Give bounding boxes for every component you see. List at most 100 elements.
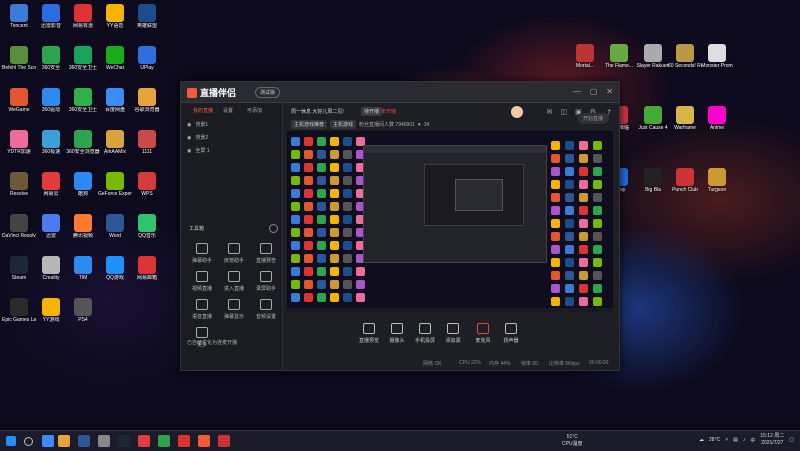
desktop-icon[interactable]: 网易云 — [34, 172, 68, 212]
taskbar-app-icon[interactable] — [58, 435, 70, 447]
category-tag[interactable]: 主机游戏 — [330, 120, 357, 129]
desktop-icon[interactable]: 网易邮箱 — [130, 256, 164, 296]
desktop-icon[interactable]: 英雄联盟 — [130, 4, 164, 44]
desktop-icon[interactable]: Steam — [2, 256, 36, 296]
scene-item[interactable]: ◉ 背景2 — [187, 134, 208, 142]
tab-addable[interactable]: 可添加 — [247, 107, 262, 114]
start-live-button[interactable]: 开始直播 — [576, 113, 609, 124]
start-icon[interactable] — [6, 436, 16, 446]
desktop-icon[interactable]: 360安全卫士 — [66, 88, 100, 128]
eye-icon[interactable]: ◉ — [187, 122, 191, 128]
maximize-icon[interactable]: ▢ — [590, 87, 598, 96]
taskbar-app-icon[interactable] — [218, 435, 230, 447]
desktop-icon[interactable]: Turgeon — [700, 168, 734, 208]
preview-button[interactable]: 直播预览 — [357, 323, 381, 344]
weather-icon[interactable]: ☁ — [699, 437, 704, 443]
desktop-icon[interactable]: 迅雷影音 — [34, 4, 68, 44]
desktop-icon[interactable]: The Flame... — [602, 44, 636, 84]
desktop-icon[interactable]: Big Bla — [636, 168, 670, 208]
desktop-icon[interactable]: UPlay — [130, 46, 164, 86]
tool-button[interactable]: 语音直播 — [189, 299, 215, 323]
taskbar-app-icon[interactable] — [198, 435, 210, 447]
desktop-icon[interactable]: Mortal... — [568, 44, 602, 84]
clock[interactable]: 15:12 周二 2021/7/27 — [760, 433, 784, 447]
microphone-button[interactable]: 麦克风 — [471, 323, 495, 344]
desktop-icon[interactable]: 网易有道 — [66, 4, 100, 44]
taskbar-app-icon[interactable] — [158, 435, 170, 447]
tool-button[interactable]: 直播预告 — [253, 243, 279, 267]
title-bar[interactable]: 直播伴侣 测试版 — ▢ ✕ — [181, 82, 619, 103]
tool-button[interactable]: 录屏助手 — [253, 271, 279, 295]
desktop-icon[interactable]: YY游戏 — [34, 298, 68, 338]
eye-icon[interactable]: ◉ — [187, 148, 191, 154]
desktop-icon[interactable]: 百度网盘 — [98, 88, 132, 128]
desktop-icon[interactable]: 360极速 — [34, 130, 68, 170]
volume-icon[interactable]: ♪ — [743, 437, 746, 443]
desktop-icon[interactable]: Tencent — [2, 4, 36, 44]
desktop-icon[interactable]: 腾讯视频 — [66, 214, 100, 254]
chevron-up-icon[interactable]: ˄ — [725, 437, 728, 443]
desktop-icon[interactable]: 60 Seconds! Reatomized — [668, 44, 702, 84]
add-source-button[interactable]: 添加源 — [441, 323, 465, 344]
desktop-icon[interactable]: Warframe — [668, 106, 702, 146]
desktop-icon[interactable]: Creality — [34, 256, 68, 296]
scene-item[interactable]: ◉ 全屏 1 — [187, 147, 210, 155]
stream-preview[interactable] — [287, 131, 613, 313]
tab-my-live[interactable]: 我的直播 — [193, 107, 213, 114]
network-icon[interactable]: ▤ — [733, 437, 738, 443]
close-icon[interactable]: ✕ — [606, 87, 613, 96]
desktop-icon[interactable]: Epic Games Launcher — [2, 298, 36, 338]
desktop-icon[interactable]: Monster Prom — [700, 44, 734, 84]
eye-icon[interactable]: ◉ — [187, 135, 191, 141]
desktop-icon[interactable]: YDTR加速 — [2, 130, 36, 170]
desktop-icon[interactable]: 360安全卫士 — [66, 46, 100, 86]
desktop-icon[interactable]: DaVinci Resolve — [2, 214, 36, 254]
message-icon[interactable]: ✉ — [547, 108, 553, 118]
notification-icon[interactable]: ▢ — [789, 437, 794, 443]
desktop-icon[interactable]: 迅雷 — [34, 214, 68, 254]
version-badge[interactable]: 测试版 — [255, 87, 281, 98]
tool-button[interactable]: 弹幕显示 — [221, 299, 247, 323]
desktop-icon[interactable]: 谷歌浏览器 — [130, 88, 164, 128]
language-indicator[interactable]: 中 — [750, 437, 755, 444]
desktop-icon[interactable]: 360安全 — [34, 46, 68, 86]
tool-button[interactable]: 弹幕助手 — [189, 243, 215, 267]
taskbar-app-icon[interactable] — [178, 435, 190, 447]
desktop-icon[interactable]: QQ音乐 — [130, 214, 164, 254]
scene-item[interactable]: ◉ 背景1 — [187, 121, 208, 129]
speaker-button[interactable]: 扬声器 — [499, 323, 523, 344]
desktop-icon[interactable]: QQ游戏 — [98, 256, 132, 296]
desktop-icon[interactable]: TIM — [66, 256, 100, 296]
desktop-icon[interactable]: WPS — [130, 172, 164, 212]
tool-button[interactable]: 房管助手 — [221, 243, 247, 267]
notification-text[interactable]: 已自动优化为连麦开播 — [187, 339, 237, 346]
desktop-icon[interactable]: WeChat — [98, 46, 132, 86]
desktop-icon[interactable]: 酷狗 — [66, 172, 100, 212]
desktop-icon[interactable]: Befehl The Screen R... — [2, 46, 36, 86]
taskbar-app-icon[interactable] — [138, 435, 150, 447]
minimize-icon[interactable]: — — [573, 87, 581, 96]
desktop-icon[interactable]: 1111 — [130, 130, 164, 170]
desktop-icon[interactable]: PS4 — [66, 298, 100, 338]
taskbar-app-icon[interactable] — [78, 435, 90, 447]
tab-settings[interactable]: 设置 — [223, 107, 233, 114]
desktop-icon[interactable]: Word — [98, 214, 132, 254]
desktop-icon[interactable]: 360驱动 — [34, 88, 68, 128]
category-tag[interactable]: 主机游戏推荐 — [291, 120, 328, 129]
avatar[interactable] — [511, 106, 523, 118]
desktop-icon[interactable]: Resolve — [2, 172, 36, 212]
desktop-icon[interactable]: GeForce Experience — [98, 172, 132, 212]
desktop-icon[interactable]: Punch Club — [668, 168, 702, 208]
search-icon[interactable] — [24, 437, 33, 446]
camera-button[interactable]: 摄像头 — [385, 323, 409, 344]
tool-button[interactable]: 进入直播 — [221, 271, 247, 295]
desktop-icon[interactable]: Slayer Rakuen — [636, 44, 670, 84]
gift-icon[interactable]: ◫ — [560, 108, 567, 118]
stream-title[interactable]: 周一休息 大好儿周二见! — [291, 108, 344, 115]
tool-button[interactable]: 音频设置 — [253, 299, 279, 323]
tool-button[interactable]: 视频直播 — [189, 271, 215, 295]
phone-cast-button[interactable]: 手机投屏 — [413, 323, 437, 344]
desktop-icon[interactable]: YY语音 — [98, 4, 132, 44]
weather-temp[interactable]: 28°C — [709, 437, 720, 443]
desktop-icon[interactable]: Just Cause 4 — [636, 106, 670, 146]
